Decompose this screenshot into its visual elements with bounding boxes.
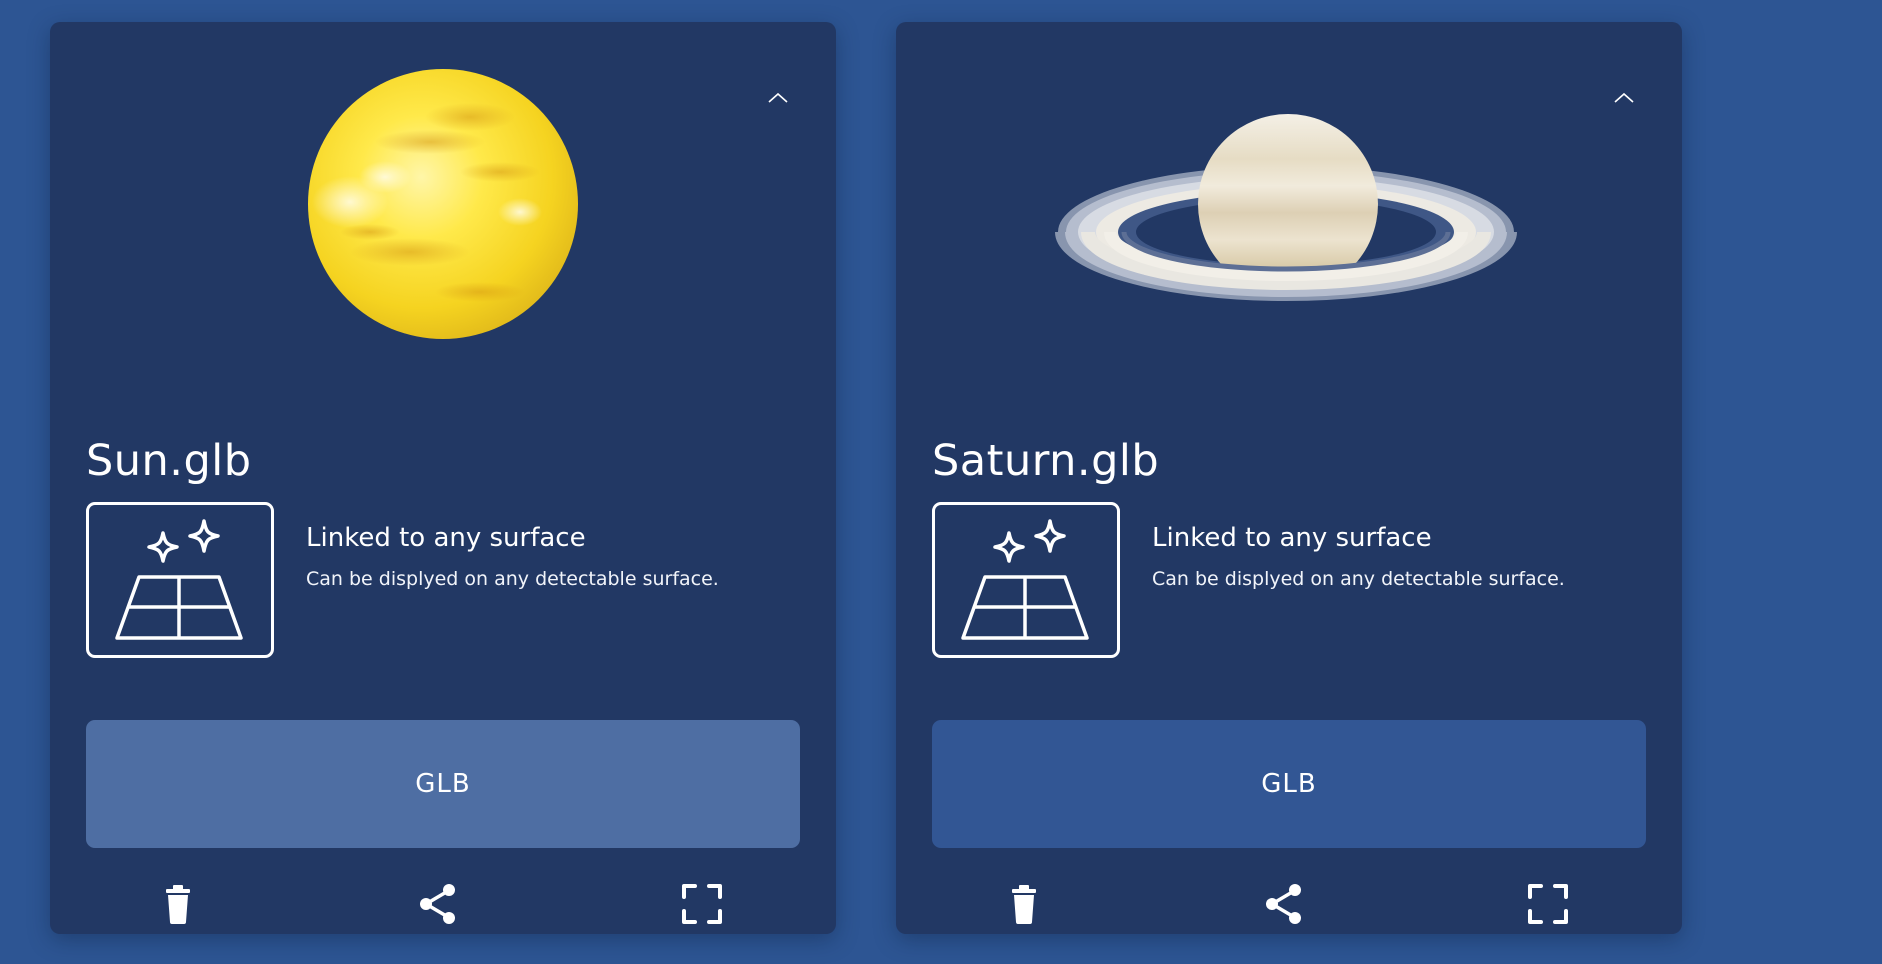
fullscreen-icon[interactable] — [680, 882, 724, 926]
surface-icon — [86, 502, 274, 658]
feature-description: Can be displyed on any detectable surfac… — [1152, 568, 1565, 590]
model-card-saturn: Saturn.glb Linked to any surface Can be … — [896, 22, 1682, 934]
trash-icon[interactable] — [156, 882, 200, 926]
feature-title: Linked to any surface — [306, 523, 586, 553]
trash-icon[interactable] — [1002, 882, 1046, 926]
fullscreen-icon[interactable] — [1526, 882, 1570, 926]
model-card-sun: Sun.glb Linked to any surface Can be dis… — [50, 22, 836, 934]
share-icon[interactable] — [416, 882, 460, 926]
file-name: Sun.glb — [86, 436, 252, 486]
glb-format-button[interactable]: GLB — [86, 720, 800, 848]
share-icon[interactable] — [1262, 882, 1306, 926]
sun-model-preview[interactable] — [50, 22, 836, 402]
file-name: Saturn.glb — [932, 436, 1160, 486]
feature-description: Can be displyed on any detectable surfac… — [306, 568, 719, 590]
glb-format-button[interactable]: GLB — [932, 720, 1646, 848]
feature-title: Linked to any surface — [1152, 523, 1432, 553]
saturn-model-preview[interactable] — [896, 22, 1682, 402]
surface-icon — [932, 502, 1120, 658]
